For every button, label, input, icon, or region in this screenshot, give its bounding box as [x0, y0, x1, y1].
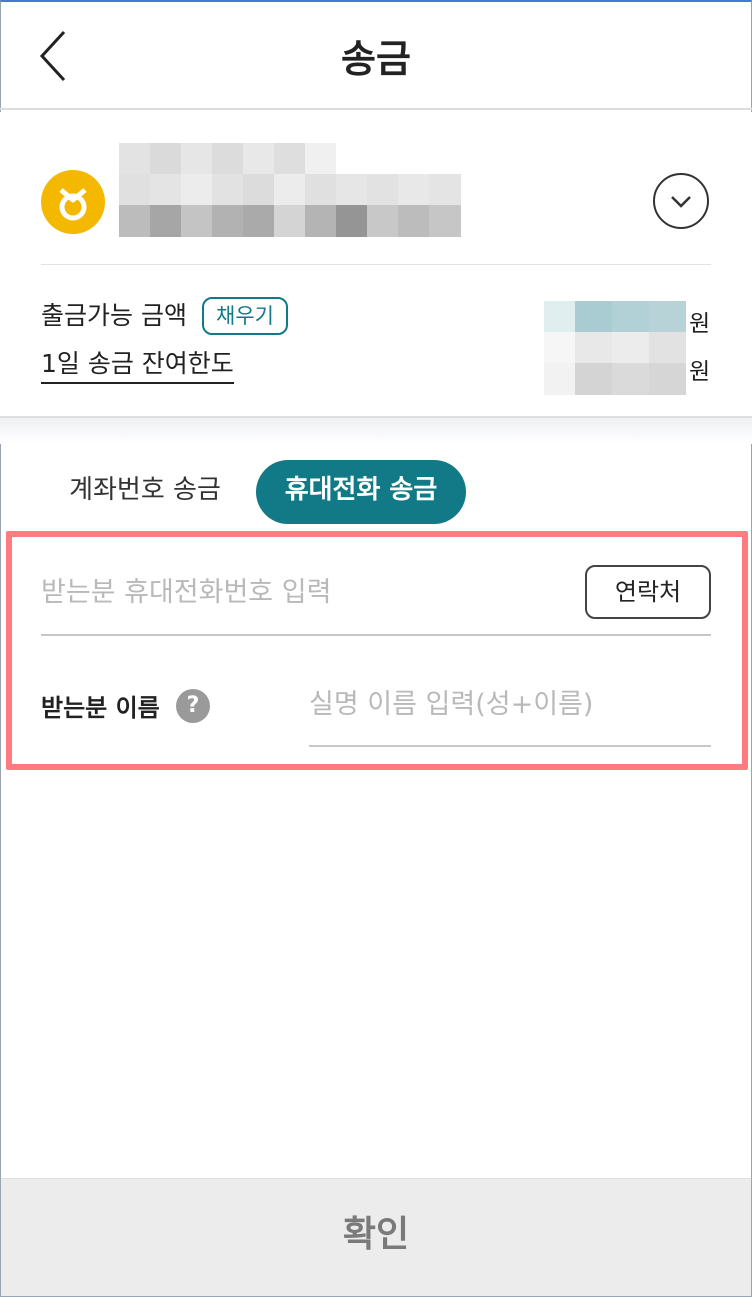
currency-unit: 원: [689, 359, 711, 385]
masked-amounts: [544, 301, 686, 395]
confirm-button[interactable]: 확인: [1, 1178, 751, 1296]
account-dropdown-button[interactable]: [653, 173, 709, 229]
chevron-down-icon: [671, 196, 691, 208]
masked-account-info: [119, 143, 461, 237]
section-shadow: [0, 418, 752, 444]
tab-account-transfer[interactable]: 계좌번호 송금: [40, 462, 250, 524]
page-title: 송금: [341, 37, 411, 81]
fill-button[interactable]: 채우기: [202, 297, 288, 335]
bank-logo-icon: [41, 170, 105, 234]
recipient-name-label: 받는분 이름: [41, 694, 160, 722]
tab-phone-transfer[interactable]: 휴대전화 송금: [256, 460, 466, 524]
recipient-name-input[interactable]: [309, 678, 711, 730]
daily-limit-link[interactable]: 1일 송금 잔여한도: [41, 344, 234, 384]
recipient-phone-input[interactable]: [41, 566, 571, 618]
input-underline: [309, 745, 711, 747]
divider: [41, 264, 711, 265]
header: 송금: [0, 0, 752, 110]
input-underline: [41, 634, 711, 636]
currency-unit: 원: [689, 311, 711, 337]
help-icon[interactable]: ?: [176, 689, 210, 723]
contacts-button[interactable]: 연락처: [585, 565, 711, 619]
available-amount-label: 출금가능 금액: [41, 301, 187, 330]
